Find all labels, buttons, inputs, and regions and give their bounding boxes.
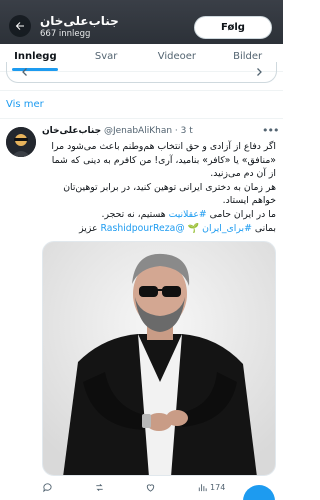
reply-button[interactable] <box>42 482 53 493</box>
text-span: بمانی <box>251 222 276 234</box>
separator-dot: · <box>174 126 178 136</box>
repost-icon <box>95 483 103 491</box>
text-span: هستیم، نه تحجر. <box>101 208 169 220</box>
tweet-meta: جناب‌علی‌خان @JenabAliKhan · 3 t <box>42 126 193 136</box>
tweet-time[interactable]: 3 t <box>181 126 193 136</box>
tab-label: Bilder <box>233 51 263 62</box>
text-span: عزیز <box>79 222 101 234</box>
arrow-left-icon <box>15 22 24 30</box>
post-count: 667 innlegg <box>40 29 91 39</box>
tweet-text: اگر دفاع از آزادی و حق انتخاب هم‌وطنم با… <box>42 140 276 235</box>
hashtag-link[interactable]: #عقلانیت <box>169 209 207 220</box>
photo-image <box>43 242 275 475</box>
repost-button[interactable] <box>94 482 105 493</box>
like-button[interactable] <box>145 482 156 493</box>
views-button[interactable]: 174 <box>197 482 225 493</box>
tweet-handle[interactable]: @JenabAliKhan <box>104 126 172 136</box>
hashtag-link[interactable]: #برای_ایران <box>202 223 252 234</box>
tab-label: Videoer <box>157 51 197 62</box>
heart-icon <box>147 483 155 492</box>
mention-link[interactable]: @RashidpourReza <box>101 223 185 234</box>
bar-chart-icon <box>198 483 207 491</box>
tweet-line: بمانی #برای_ایران 🌱 @RashidpourReza عزیز <box>42 222 276 236</box>
tab-label: Innlegg <box>14 51 57 62</box>
follow-button[interactable]: Følg <box>194 16 272 39</box>
previous-card[interactable] <box>6 62 277 83</box>
chevron-left-icon[interactable] <box>18 66 32 78</box>
back-button[interactable] <box>9 15 31 37</box>
plant-emoji: 🌱 <box>187 222 200 234</box>
tweet-line: هر زمان به دختری ایرانی توهین کنید، در ب… <box>63 181 276 207</box>
profile-name: جناب‌علی‌خان <box>40 14 119 28</box>
tab-label: Svar <box>94 51 118 62</box>
show-more-link[interactable]: Vis mer <box>6 99 44 110</box>
reply-icon <box>43 482 52 492</box>
divider <box>0 90 283 91</box>
tweet-photo[interactable] <box>42 241 276 476</box>
divider <box>0 118 283 119</box>
tweet-actions: 174 <box>42 480 276 494</box>
chevron-right-icon[interactable] <box>252 66 266 78</box>
tweet-line: اگر دفاع از آزادی و حق انتخاب هم‌وطنم با… <box>51 141 276 180</box>
views-count: 174 <box>210 482 226 492</box>
more-options-icon[interactable]: ••• <box>262 124 279 137</box>
text-span: ما در ایران حامی <box>206 208 276 220</box>
tweet-author-name[interactable]: جناب‌علی‌خان <box>42 126 101 136</box>
tweet-line: ما در ایران حامی #عقلانیت هستیم، نه تحجر… <box>42 208 276 222</box>
avatar-image <box>6 127 36 157</box>
avatar[interactable] <box>6 127 36 157</box>
